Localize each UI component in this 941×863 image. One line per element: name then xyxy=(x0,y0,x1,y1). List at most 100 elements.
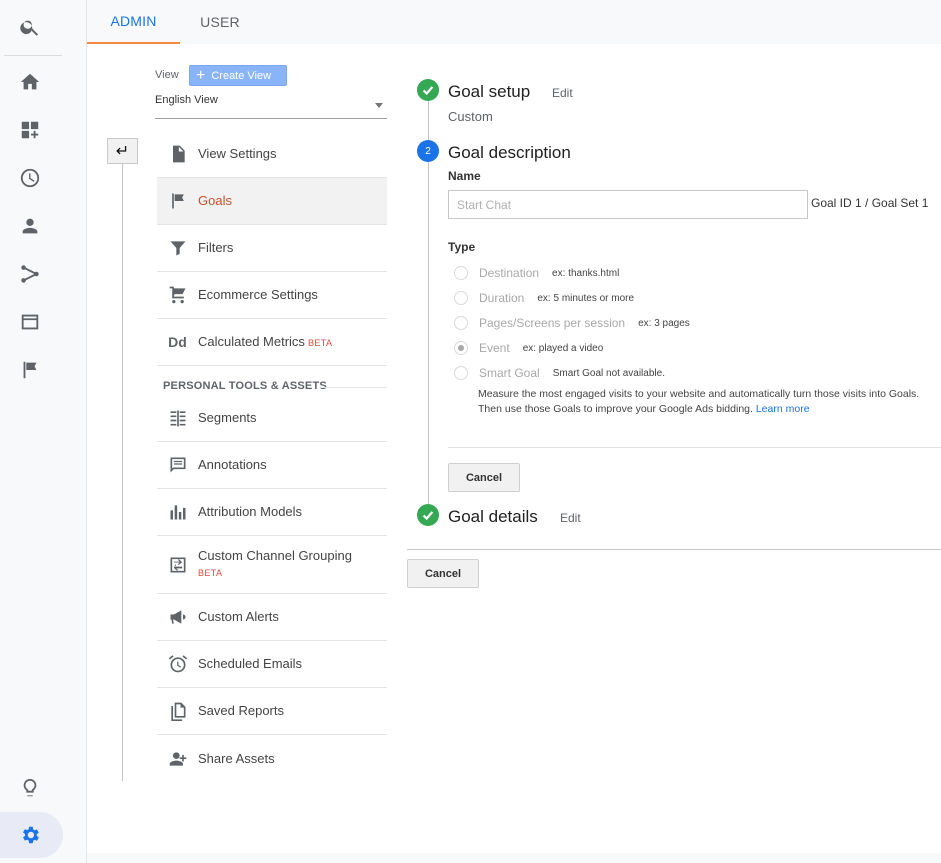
view-label: View xyxy=(155,69,179,81)
tab-admin[interactable]: ADMIN xyxy=(87,0,180,44)
acquisition-icon[interactable] xyxy=(0,254,60,294)
realtime-clock-icon[interactable] xyxy=(0,158,60,198)
radio-destination[interactable]: Destination ex: thanks.html xyxy=(454,265,619,281)
radio-button[interactable] xyxy=(454,266,468,280)
type-label-destination: Destination xyxy=(479,266,540,280)
type-example: ex: thanks.html xyxy=(552,267,620,279)
nav-tree-line xyxy=(122,164,123,781)
report-copy-icon xyxy=(157,701,198,721)
comment-icon xyxy=(157,455,198,475)
nav-label: Custom Alerts xyxy=(198,609,279,624)
beta-badge: BETA xyxy=(307,337,333,348)
nav-label: Filters xyxy=(198,240,234,255)
nav-item-goals[interactable]: Goals xyxy=(157,178,387,225)
nav-label: Attribution Models xyxy=(198,504,303,519)
description-cancel-button[interactable]: Cancel xyxy=(448,463,520,492)
admin-gear-icon[interactable] xyxy=(0,815,60,855)
behavior-icon[interactable] xyxy=(0,302,60,342)
radio-button[interactable] xyxy=(454,291,468,305)
goal-setup-edit-link[interactable]: Edit xyxy=(552,86,573,100)
add-person-icon xyxy=(157,749,198,769)
smart-goal-description: Measure the most engaged visits to your … xyxy=(478,387,941,417)
shopping-cart-icon xyxy=(157,285,198,305)
nav-item-view-settings[interactable]: View Settings xyxy=(157,131,387,178)
view-selector[interactable]: English View xyxy=(155,94,387,119)
goal-setup-value: Custom xyxy=(448,109,493,124)
check-icon xyxy=(417,504,439,526)
create-view-button[interactable]: + Create View xyxy=(189,65,287,86)
goal-description-title: Goal description xyxy=(448,143,571,162)
goal-details-title: Goal details xyxy=(448,507,538,526)
document-icon xyxy=(157,144,198,164)
step-connector xyxy=(428,101,429,144)
footer-divider xyxy=(407,549,941,550)
nav-item-ecommerce-settings[interactable]: Ecommerce Settings xyxy=(157,272,387,319)
name-label: Name xyxy=(448,169,481,183)
back-arrow-button[interactable]: ↵ xyxy=(107,138,138,164)
nav-item-custom-alerts[interactable]: Custom Alerts xyxy=(157,594,387,641)
goal-setup-title: Goal setup xyxy=(448,82,531,101)
radio-pages-per-session[interactable]: Pages/Screens per session ex: 3 pages xyxy=(454,315,690,331)
nav-label: Scheduled Emails xyxy=(198,656,303,671)
nav-label: Goals xyxy=(198,193,232,208)
goal-details-edit-link[interactable]: Edit xyxy=(560,511,581,525)
smart-goal-text: Measure the most engaged visits to your … xyxy=(478,388,920,415)
channel-grouping-icon xyxy=(157,555,198,575)
goal-name-input[interactable] xyxy=(448,190,808,219)
radio-button-checked[interactable] xyxy=(454,341,468,355)
radio-smart-goal[interactable]: Smart Goal Smart Goal not available. xyxy=(454,365,665,381)
nav-label: View Settings xyxy=(198,146,277,161)
tab-user[interactable]: USER xyxy=(180,0,260,44)
megaphone-icon xyxy=(157,607,198,627)
audience-person-icon[interactable] xyxy=(0,206,60,246)
nav-label: Saved Reports xyxy=(198,703,284,718)
home-icon[interactable] xyxy=(0,62,60,102)
segments-icon xyxy=(157,408,198,428)
section-divider xyxy=(448,447,941,448)
radio-button[interactable] xyxy=(454,366,468,380)
flag-icon xyxy=(157,191,198,211)
alarm-clock-icon xyxy=(157,654,198,674)
radio-event[interactable]: Event ex: played a video xyxy=(454,340,603,356)
nav-label: Annotations xyxy=(198,457,267,472)
step-number-badge: 2 xyxy=(417,140,439,162)
funnel-icon xyxy=(157,238,198,258)
radio-duration[interactable]: Duration ex: 5 minutes or more xyxy=(454,290,634,306)
nav-label: Segments xyxy=(198,410,257,425)
section-divider xyxy=(320,387,387,388)
nav-item-saved-reports[interactable]: Saved Reports xyxy=(157,688,387,735)
lightbulb-icon[interactable] xyxy=(0,768,60,808)
conversions-flag-icon[interactable] xyxy=(0,350,60,390)
left-rail xyxy=(0,0,87,863)
top-tab-bar: ADMIN USER xyxy=(87,0,941,44)
search-icon[interactable] xyxy=(0,7,60,47)
type-example: ex: 3 pages xyxy=(638,317,690,329)
nav-label: Ecommerce Settings xyxy=(198,287,318,302)
type-example: ex: 5 minutes or more xyxy=(537,292,635,304)
check-icon xyxy=(417,79,439,101)
type-example: Smart Goal not available. xyxy=(552,367,665,379)
type-example: ex: played a video xyxy=(522,342,604,354)
step-connector xyxy=(428,162,429,504)
learn-more-link[interactable]: Learn more xyxy=(756,403,810,415)
footer-cancel-button[interactable]: Cancel xyxy=(407,559,479,588)
nav-item-scheduled-emails[interactable]: Scheduled Emails xyxy=(157,641,387,688)
nav-item-calculated-metrics[interactable]: Dd Calculated Metrics BETA xyxy=(157,319,387,366)
admin-panel: View + Create View English View ↵ View S… xyxy=(87,44,941,853)
nav-label: Calculated Metrics xyxy=(198,333,305,349)
radio-button[interactable] xyxy=(454,316,468,330)
customization-icon[interactable] xyxy=(0,110,60,150)
nav-item-share-assets[interactable]: Share Assets xyxy=(157,735,387,782)
type-label-event: Event xyxy=(479,341,510,355)
nav-item-segments[interactable]: Segments xyxy=(157,395,387,442)
nav-item-attribution-models[interactable]: Attribution Models xyxy=(157,489,387,536)
nav-item-annotations[interactable]: Annotations xyxy=(157,442,387,489)
nav-item-filters[interactable]: Filters xyxy=(157,225,387,272)
rail-divider xyxy=(4,55,62,56)
type-label: Type xyxy=(448,240,476,254)
type-label-duration: Duration xyxy=(479,291,525,305)
nav-item-custom-channel-grouping[interactable]: Custom Channel Grouping BETA xyxy=(157,536,387,594)
beta-badge: BETA xyxy=(198,568,223,578)
goal-id-text: Goal ID 1 / Goal Set 1 xyxy=(811,196,929,210)
chevron-down-icon xyxy=(375,103,383,108)
